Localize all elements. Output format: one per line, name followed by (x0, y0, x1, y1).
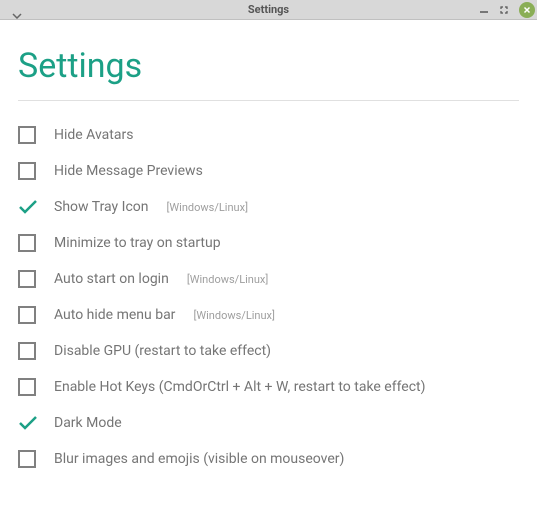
setting-label: Hide Avatars (54, 127, 133, 143)
divider (18, 100, 519, 101)
setting-note: [Windows/Linux] (193, 309, 275, 322)
setting-label: Hide Message Previews (54, 163, 203, 179)
content-area: Settings Hide Avatars Hide Message Previe… (0, 20, 537, 477)
setting-label: Enable Hot Keys (CmdOrCtrl + Alt + W, re… (54, 379, 426, 395)
checkbox[interactable] (18, 162, 36, 180)
setting-item[interactable]: Dark Mode (18, 405, 519, 441)
setting-label: Show Tray Icon (54, 199, 149, 215)
checkbox[interactable] (18, 198, 36, 216)
checkbox[interactable] (18, 234, 36, 252)
setting-label: Blur images and emojis (visible on mouse… (54, 451, 344, 467)
setting-note: [Windows/Linux] (187, 273, 269, 286)
setting-item[interactable]: Minimize to tray on startup (18, 225, 519, 261)
setting-item[interactable]: Enable Hot Keys (CmdOrCtrl + Alt + W, re… (18, 369, 519, 405)
setting-item[interactable]: Hide Avatars (18, 117, 519, 153)
window-title: Settings (0, 3, 537, 16)
checkbox[interactable] (18, 270, 36, 288)
close-button[interactable] (519, 2, 535, 18)
setting-item[interactable]: Hide Message Previews (18, 153, 519, 189)
checkbox[interactable] (18, 342, 36, 360)
titlebar-controls (479, 0, 535, 19)
setting-label: Dark Mode (54, 415, 122, 431)
minimize-button[interactable] (479, 5, 489, 15)
checkbox[interactable] (18, 414, 36, 432)
titlebar-menu-icon[interactable] (12, 4, 22, 23)
checkbox[interactable] (18, 126, 36, 144)
setting-label: Auto hide menu bar (54, 307, 175, 323)
setting-label: Auto start on login (54, 271, 169, 287)
titlebar: Settings (0, 0, 537, 20)
setting-note: [Windows/Linux] (167, 201, 249, 214)
setting-item[interactable]: Auto start on login [Windows/Linux] (18, 261, 519, 297)
setting-item[interactable]: Disable GPU (restart to take effect) (18, 333, 519, 369)
maximize-button[interactable] (499, 5, 509, 15)
setting-item[interactable]: Blur images and emojis (visible on mouse… (18, 441, 519, 477)
setting-label: Minimize to tray on startup (54, 235, 221, 251)
checkbox[interactable] (18, 306, 36, 324)
setting-item[interactable]: Auto hide menu bar [Windows/Linux] (18, 297, 519, 333)
setting-item[interactable]: Show Tray Icon [Windows/Linux] (18, 189, 519, 225)
settings-list: Hide Avatars Hide Message Previews Show Tr… (18, 117, 519, 477)
checkbox[interactable] (18, 450, 36, 468)
setting-label: Disable GPU (restart to take effect) (54, 343, 271, 359)
checkbox[interactable] (18, 378, 36, 396)
page-title: Settings (18, 46, 519, 86)
